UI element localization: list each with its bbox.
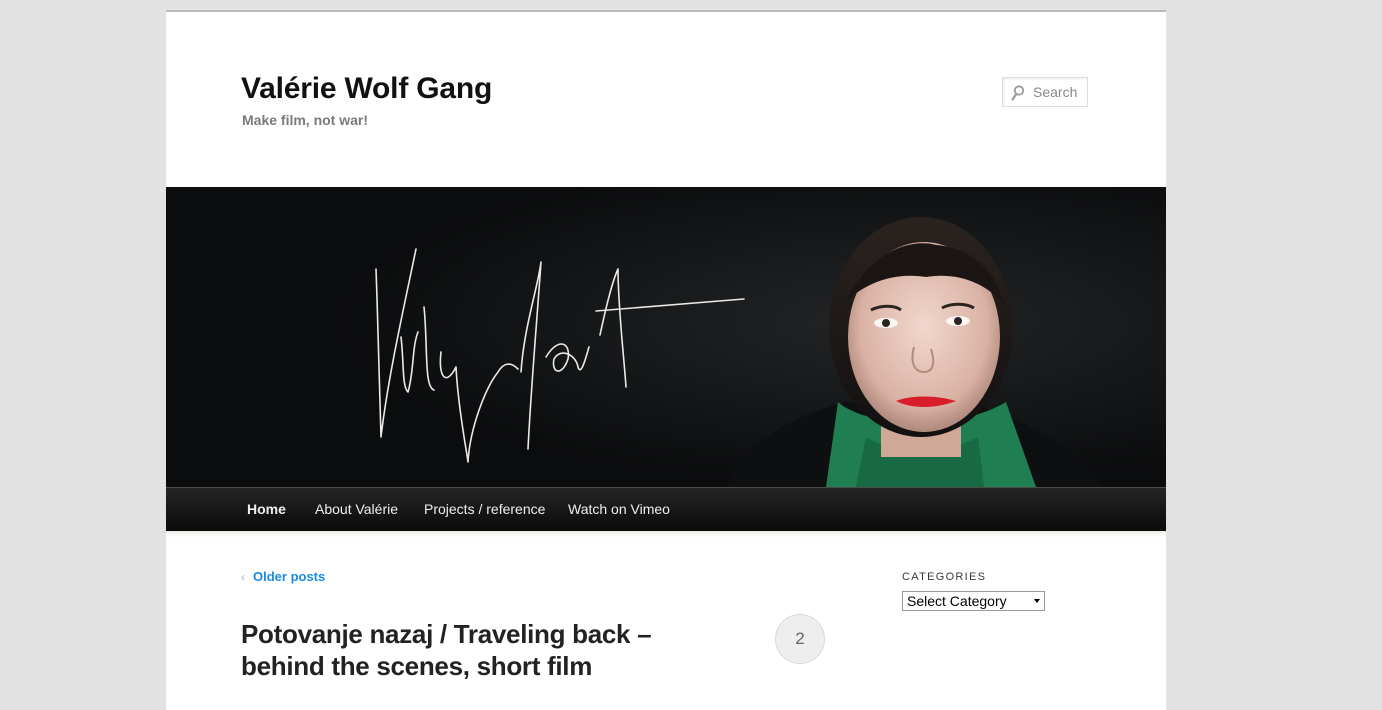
nav-item-about[interactable]: About Valérie	[315, 488, 398, 531]
older-posts-label: Older posts	[253, 569, 326, 584]
comment-count-bubble[interactable]: 2	[775, 614, 825, 664]
site-title[interactable]: Valérie Wolf Gang	[241, 72, 492, 106]
nav-divider	[166, 531, 1166, 538]
nav-item-projects[interactable]: Projects / reference	[424, 488, 545, 531]
post-title[interactable]: Potovanje nazaj / Traveling back – behin…	[241, 618, 701, 682]
categories-widget-title: Categories	[902, 571, 987, 583]
header-photo	[166, 187, 1166, 487]
main-navigation: Home About Valérie Projects / reference …	[166, 487, 1166, 531]
page: Valérie Wolf Gang Make film, not war! Se…	[166, 10, 1166, 710]
older-posts-link[interactable]: ‹ Older posts	[241, 569, 325, 584]
chevron-down-icon	[1034, 599, 1040, 603]
site-description: Make film, not war!	[242, 112, 369, 128]
category-select[interactable]: Select Category	[902, 591, 1045, 611]
category-select-value: Select Category	[907, 593, 1007, 609]
nav-item-home[interactable]: Home	[247, 488, 286, 531]
search-input[interactable]	[1031, 78, 1089, 106]
older-posts-arrow-icon: ‹	[241, 570, 245, 584]
nav-item-vimeo[interactable]: Watch on Vimeo	[568, 488, 670, 531]
search-icon	[1011, 85, 1025, 101]
search-form[interactable]	[1002, 77, 1089, 107]
header-image[interactable]	[166, 187, 1166, 487]
